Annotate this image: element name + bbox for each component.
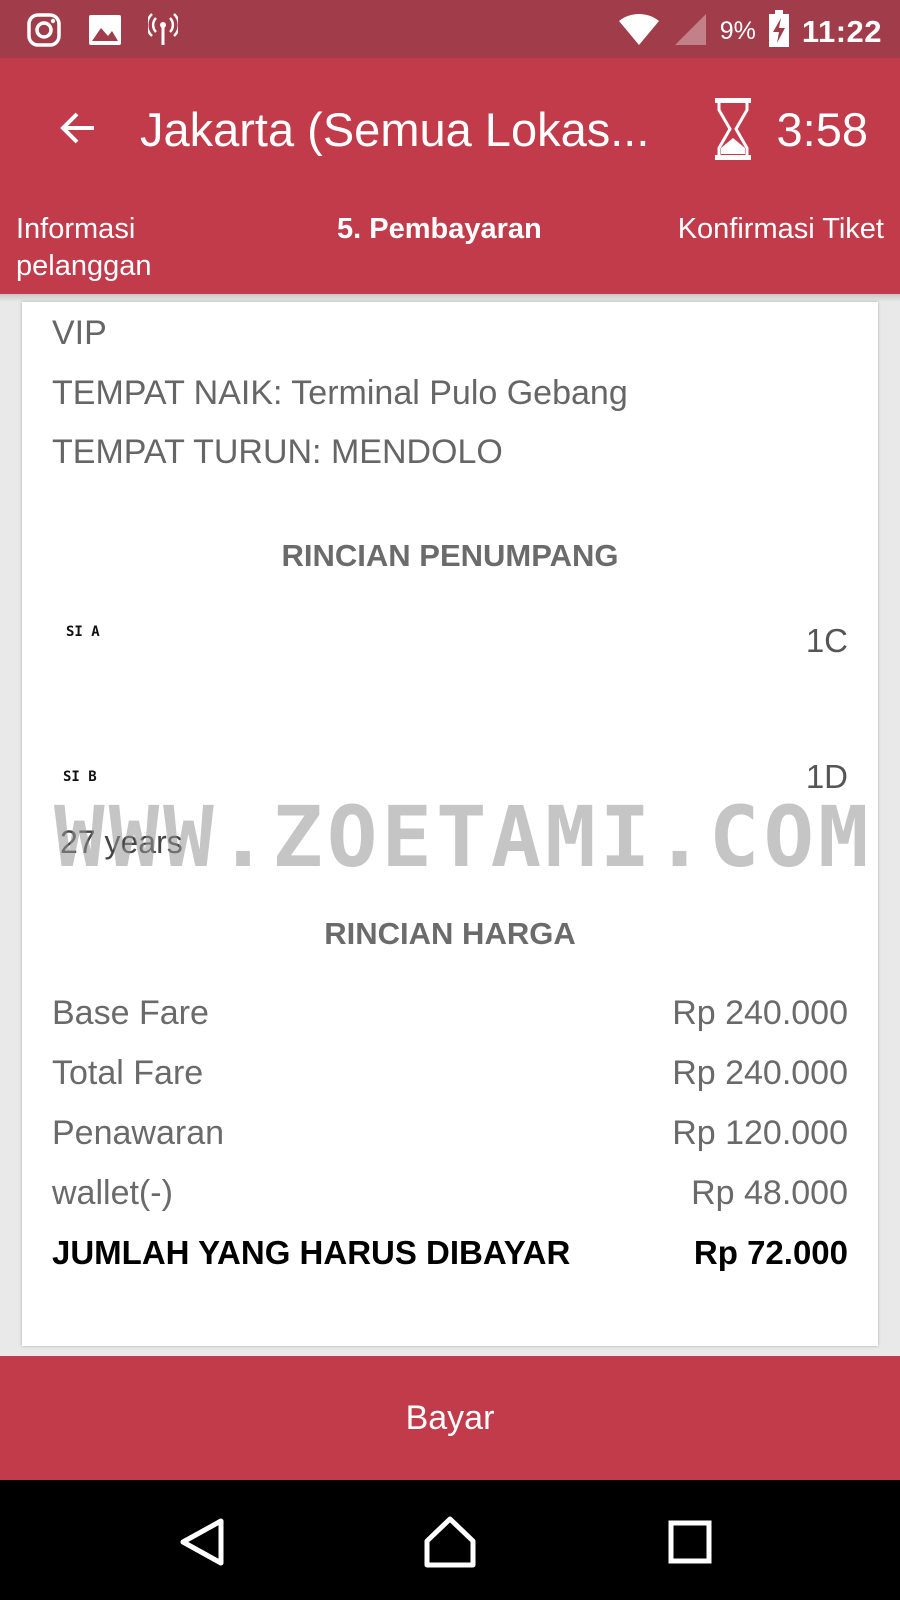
nav-home-button[interactable] [418,1510,482,1574]
app-bar: Jakarta (Semua Lokas... 3:58 [0,58,900,196]
passenger-seat: 1C [805,622,848,659]
price-row: wallet(-) Rp 48.000 [52,1174,848,1213]
tab-pembayaran[interactable]: 5. Pembayaran [337,211,542,248]
signal-icon [672,12,708,51]
square-recents-icon [668,1520,712,1564]
price-section-title: RINCIAN HARGA [324,916,576,951]
instagram-icon [26,12,62,53]
gallery-icon [88,14,122,51]
battery-charging-icon [768,10,790,53]
status-time: 11:22 [801,13,882,49]
price-label: Total Fare [52,1054,204,1092]
price-value: Rp 240.000 [672,994,848,1032]
price-value: Rp 120.000 [672,1114,848,1152]
price-label: wallet(-) [52,1174,173,1212]
price-row: Total Fare Rp 240.000 [52,1054,848,1093]
price-value: Rp 48.000 [691,1174,848,1212]
price-row: Base Fare Rp 240.000 [52,994,848,1033]
home-icon [424,1516,476,1568]
boarding-point: TEMPAT NAIK: Terminal Pulo Gebang [52,374,628,412]
watermark: WWW.ZOETAMI.COM [54,788,873,886]
antenna-icon [145,13,181,52]
back-button[interactable] [50,100,106,156]
battery-percent: 9% [719,17,756,45]
countdown-timer: 3:58 [714,98,868,160]
nav-recents-button[interactable] [658,1510,722,1574]
triangle-back-icon [180,1518,224,1566]
total-value: Rp 72.000 [693,1234,848,1271]
passenger-section-title: RINCIAN PENUMPANG [281,538,619,573]
price-label: Penawaran [52,1114,225,1152]
price-label: Base Fare [52,994,209,1032]
status-bar: 9% 11:22 [0,0,900,58]
nav-back-button[interactable] [170,1510,234,1574]
tab-konfirmasi-tiket[interactable]: Konfirmasi Tiket [678,211,884,248]
total-row: JUMLAH YANG HARUS DIBAYAR Rp 72.000 [52,1234,848,1272]
timer-text: 3:58 [776,102,868,156]
passenger-name: SI B [63,769,97,785]
bus-class: VIP [52,314,107,352]
price-row: Penawaran Rp 120.000 [52,1114,848,1153]
step-tabs: Informasi pelanggan 5. Pembayaran Konfir… [0,196,900,294]
hourglass-icon [714,98,751,160]
page-title: Jakarta (Semua Lokas... [140,103,650,156]
system-nav-bar [0,1480,900,1600]
steps-shadow [0,294,900,302]
wifi-icon [618,12,660,51]
dropping-point: TEMPAT TURUN: MENDOLO [52,433,503,471]
price-value: Rp 240.000 [672,1054,848,1092]
booking-summary-card: VIP TEMPAT NAIK: Terminal Pulo Gebang TE… [22,302,878,1346]
tab-informasi-pelanggan[interactable]: Informasi pelanggan [16,211,246,285]
passenger-name: SI A [66,624,100,640]
pay-button[interactable]: Bayar [0,1356,900,1480]
arrow-left-icon [60,112,94,144]
total-label: JUMLAH YANG HARUS DIBAYAR [52,1234,571,1271]
